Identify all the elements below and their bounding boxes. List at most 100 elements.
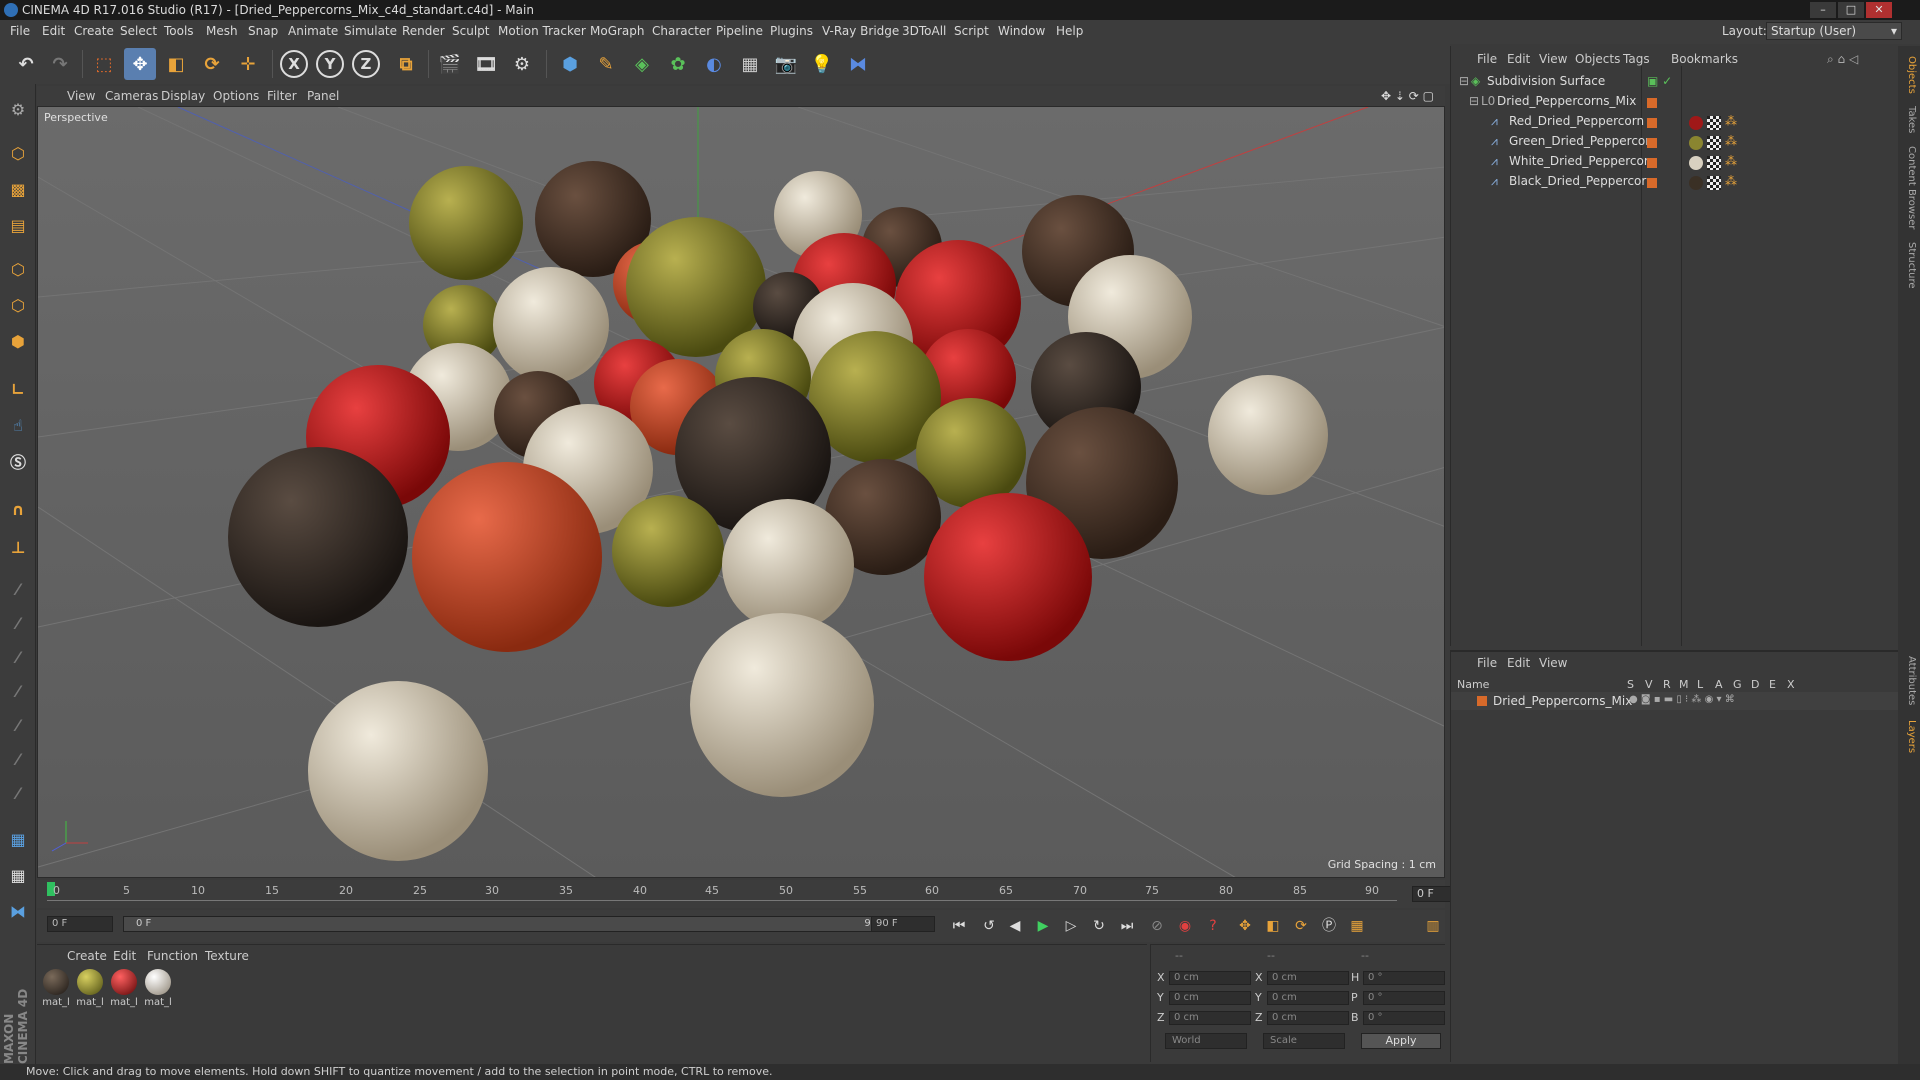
layer-toggle-icons[interactable]: ● ◙ ▪ ▬ ▯ ⁝ ⁂ ◉ ▾ ⌘: [1629, 694, 1735, 705]
rotate-tool-icon[interactable]: ⟳: [196, 48, 228, 80]
tab-attributes[interactable]: Attributes: [1901, 656, 1917, 705]
material-item[interactable]: mat_l: [109, 969, 139, 1015]
goto-end-icon[interactable]: ⏭: [1115, 914, 1139, 938]
key-rotation-icon[interactable]: ⟳: [1289, 914, 1313, 938]
light-icon[interactable]: 💡: [806, 48, 838, 80]
material-tag-icon[interactable]: [1689, 176, 1703, 190]
model-mode-icon[interactable]: ⬡: [3, 138, 33, 168]
layer-color-swatch[interactable]: [1647, 98, 1657, 108]
key-pla-icon[interactable]: ▦: [1345, 914, 1369, 938]
vp-menu-display[interactable]: Display: [161, 89, 205, 103]
brush-tool-1-icon[interactable]: ⁄: [3, 574, 33, 604]
menu-window[interactable]: Window: [998, 24, 1045, 38]
brush-tool-3-icon[interactable]: ⁄: [3, 642, 33, 672]
menu-mograph[interactable]: MoGraph: [590, 24, 645, 38]
menu-sculpt[interactable]: Sculpt: [452, 24, 489, 38]
size-y-field[interactable]: 0 cm: [1267, 991, 1349, 1005]
coordinate-mode-select[interactable]: World: [1165, 1033, 1247, 1049]
layer-row[interactable]: Dried_Peppercorns_Mix ● ◙ ▪ ▬ ▯ ⁝ ⁂ ◉ ▾ …: [1451, 692, 1899, 710]
axis-tool-icon[interactable]: ⊥: [3, 532, 33, 562]
menu-snap[interactable]: Snap: [248, 24, 278, 38]
layer-color-swatch[interactable]: [1647, 138, 1657, 148]
tab-content-browser[interactable]: Content Browser: [1901, 146, 1917, 229]
mm-menu-texture[interactable]: Texture: [205, 949, 249, 963]
menu-file[interactable]: File: [10, 24, 30, 38]
3d-viewport[interactable]: Perspective Grid Spacing : 1 cm: [37, 106, 1445, 878]
start-frame-field[interactable]: 0 F: [47, 916, 113, 932]
menu-script[interactable]: Script: [954, 24, 989, 38]
previous-frame-icon[interactable]: ◀: [1003, 914, 1027, 938]
maximize-button[interactable]: □: [1838, 2, 1864, 18]
om-search-icon[interactable]: ⌕ ⌂ ◁: [1827, 52, 1858, 67]
size-mode-select[interactable]: Scale: [1263, 1033, 1345, 1049]
rotation-h-field[interactable]: 0 °: [1363, 971, 1445, 985]
rotation-b-field[interactable]: 0 °: [1363, 1011, 1445, 1025]
layer-color-swatch[interactable]: [1647, 118, 1657, 128]
workplane-mode-icon[interactable]: ▤: [3, 210, 33, 240]
size-x-field[interactable]: 0 cm: [1267, 971, 1349, 985]
lm-menu-edit[interactable]: Edit: [1507, 656, 1530, 670]
record-keys-icon[interactable]: ⊘: [1145, 914, 1169, 938]
grid-lock-icon[interactable]: ▦: [3, 824, 33, 854]
viewport-nav-icons[interactable]: ✥ ⇣ ⟳ ▢: [1381, 89, 1434, 103]
next-key-icon[interactable]: ↻: [1087, 914, 1111, 938]
key-scale-icon[interactable]: ◧: [1261, 914, 1285, 938]
key-position-icon[interactable]: ✥: [1233, 914, 1257, 938]
menu-help[interactable]: Help: [1056, 24, 1083, 38]
timeline-icon[interactable]: ▥: [1421, 914, 1445, 938]
material-item[interactable]: mat_l: [41, 969, 71, 1015]
menu-vray-bridge[interactable]: V-Ray Bridge: [822, 24, 899, 38]
mm-menu-create[interactable]: Create: [67, 949, 107, 963]
vp-menu-filter[interactable]: Filter: [267, 89, 297, 103]
om-menu-objects[interactable]: Objects: [1575, 52, 1620, 66]
redo-icon[interactable]: ↷: [44, 48, 76, 80]
edges-mode-icon[interactable]: ⬡: [3, 290, 33, 320]
timeline-ruler[interactable]: 0 5 10 15 20 25 30 35 40 45 50 55 60 65 …: [37, 880, 1470, 908]
vp-menu-cameras[interactable]: Cameras: [105, 89, 158, 103]
layer-color-swatch[interactable]: [1647, 178, 1657, 188]
camera-icon[interactable]: 📷: [770, 48, 802, 80]
tab-structure[interactable]: Structure: [1901, 242, 1917, 289]
axis-mode-icon[interactable]: ∟: [3, 374, 33, 404]
enabled-check-icon[interactable]: ▣ ✓: [1647, 74, 1672, 88]
next-frame-icon[interactable]: ▷: [1059, 914, 1083, 938]
menu-plugins[interactable]: Plugins: [770, 24, 813, 38]
menu-tools[interactable]: Tools: [164, 24, 194, 38]
menu-animate[interactable]: Animate: [288, 24, 338, 38]
texture-tag-icon[interactable]: [1707, 176, 1721, 190]
spline-pen-icon[interactable]: ✎: [590, 48, 622, 80]
layout-select[interactable]: Startup (User) ▾: [1766, 22, 1902, 40]
texture-tag-icon[interactable]: [1707, 156, 1721, 170]
phong-tag-icon[interactable]: ⁂: [1725, 154, 1737, 168]
material-tag-icon[interactable]: [1689, 116, 1703, 130]
phong-tag-icon[interactable]: ⁂: [1725, 114, 1737, 128]
goto-start-icon[interactable]: ⏮: [947, 914, 971, 938]
lm-menu-view[interactable]: View: [1539, 656, 1567, 670]
menu-render[interactable]: Render: [402, 24, 445, 38]
menu-simulate[interactable]: Simulate: [344, 24, 397, 38]
render-view-icon[interactable]: 🎬: [434, 48, 466, 80]
om-menu-edit[interactable]: Edit: [1507, 52, 1530, 66]
brush-tool-2-icon[interactable]: ⁄: [3, 608, 33, 638]
snap-icon[interactable]: Ⓢ: [3, 446, 33, 476]
polygons-mode-icon[interactable]: ⬢: [3, 326, 33, 356]
subdivision-surface-icon[interactable]: ◈: [626, 48, 658, 80]
rotation-p-field[interactable]: 0 °: [1363, 991, 1445, 1005]
live-selection-icon[interactable]: ⬚: [88, 48, 120, 80]
menu-pipeline[interactable]: Pipeline: [716, 24, 763, 38]
layer-color-swatch[interactable]: [1647, 158, 1657, 168]
previous-key-icon[interactable]: ↺: [977, 914, 1001, 938]
menu-character[interactable]: Character: [652, 24, 711, 38]
object-row[interactable]: ⩘ Green_Dried_Peppercorn ⁂: [1451, 134, 1899, 152]
minimize-button[interactable]: –: [1810, 2, 1836, 18]
object-row[interactable]: ⩘ Red_Dried_Peppercorn ⁂: [1451, 114, 1899, 132]
position-z-field[interactable]: 0 cm: [1169, 1011, 1251, 1025]
menu-3dtoall[interactable]: 3DToAll: [902, 24, 946, 38]
brush-tool-5-icon[interactable]: ⁄: [3, 710, 33, 740]
texture-mode-icon[interactable]: ▩: [3, 174, 33, 204]
object-row[interactable]: ⊟ ◈ Subdivision Surface ▣ ✓: [1451, 74, 1899, 92]
material-item[interactable]: mat_l: [143, 969, 173, 1015]
vp-menu-options[interactable]: Options: [213, 89, 259, 103]
object-row[interactable]: ⊟ L0 Dried_Peppercorns_Mix: [1451, 94, 1899, 112]
workplane-lock-icon[interactable]: ▦: [3, 860, 33, 890]
